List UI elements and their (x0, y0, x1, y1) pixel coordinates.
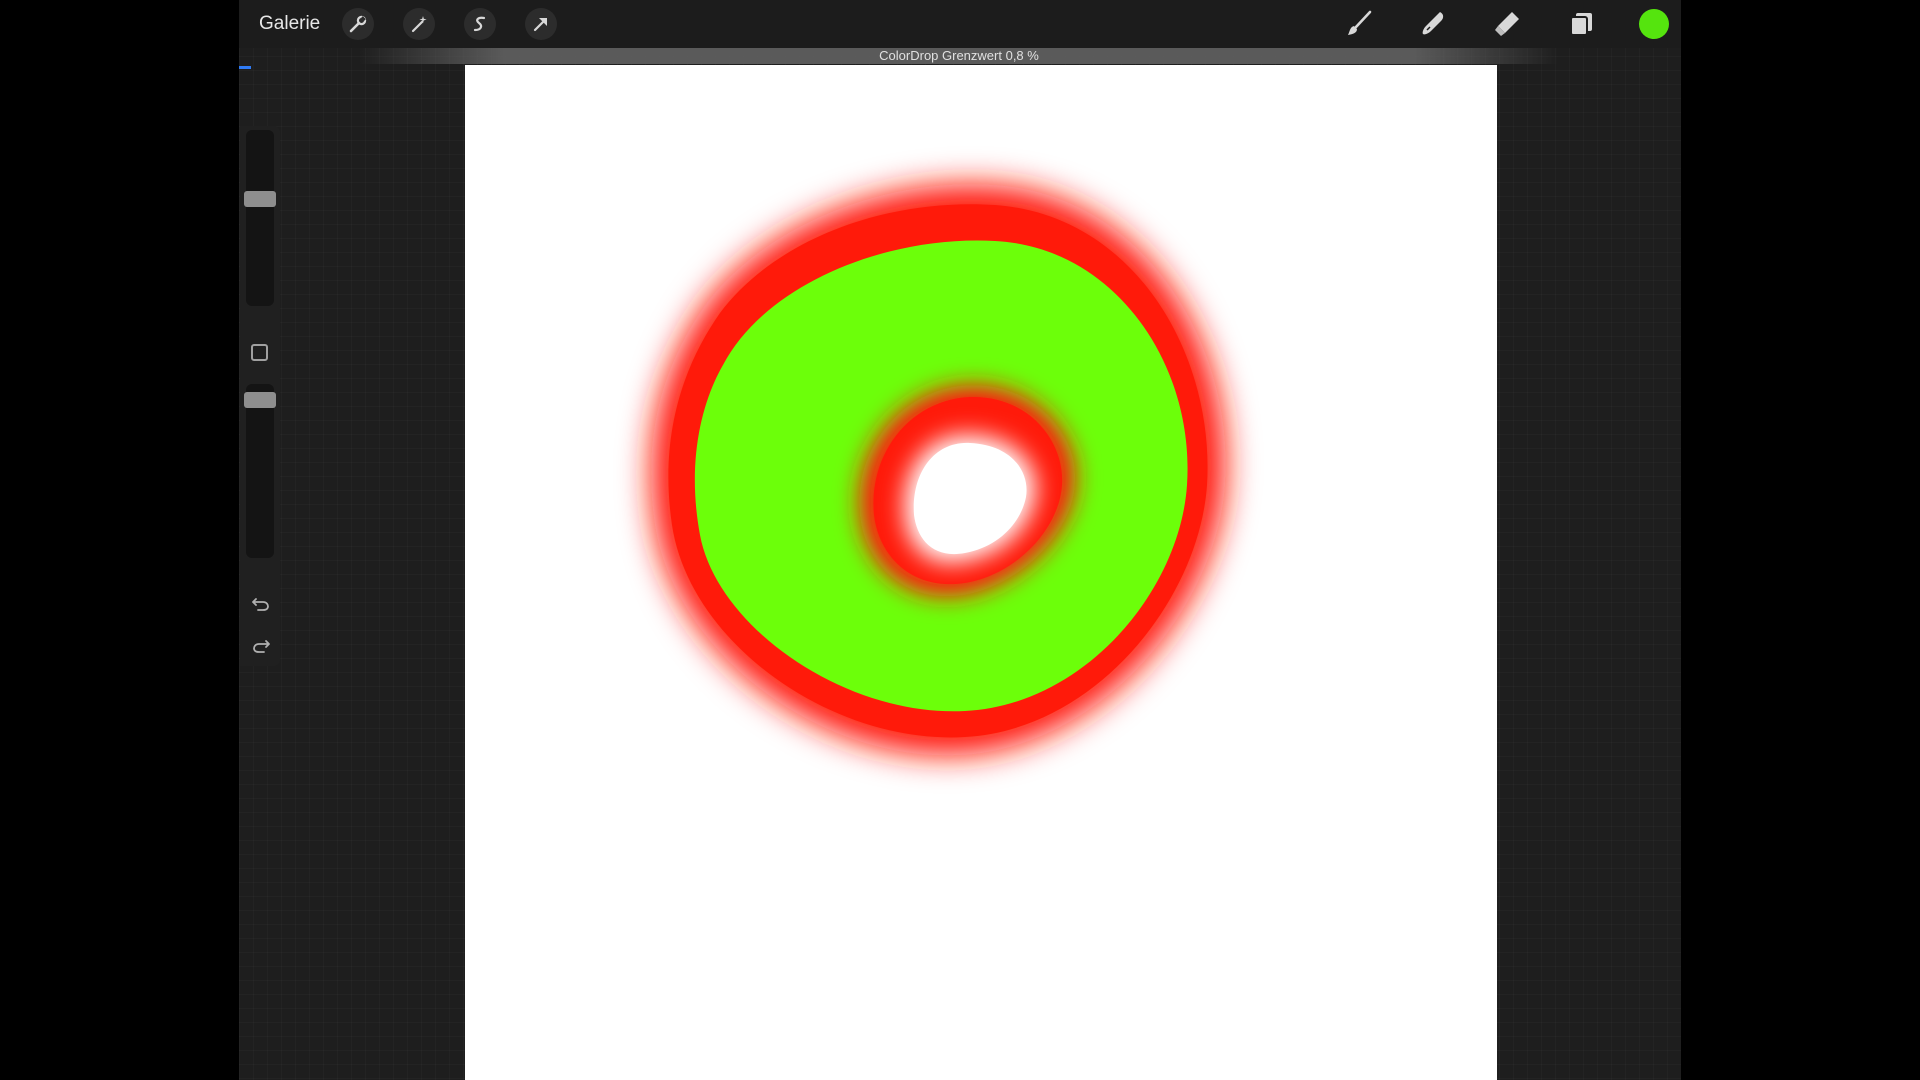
layers-icon (1566, 9, 1596, 39)
actions-button[interactable] (342, 8, 374, 40)
selection-button[interactable] (464, 8, 496, 40)
adjustments-button[interactable] (403, 8, 435, 40)
brush-size-slider-thumb[interactable] (244, 190, 276, 207)
left-sidebar (240, 126, 280, 666)
magic-wand-icon (409, 14, 429, 34)
redo-icon (250, 640, 272, 660)
erase-button[interactable] (1491, 8, 1523, 40)
progress-indicator (239, 66, 251, 69)
top-toolbar: Galerie (239, 0, 1681, 48)
wrench-icon (348, 14, 368, 34)
gallery-button[interactable]: Galerie (259, 12, 320, 36)
selection-icon (470, 14, 490, 34)
redo-button[interactable] (250, 634, 272, 656)
opacity-slider[interactable] (244, 384, 276, 558)
colordrop-threshold-notice: ColorDrop Grenzwert 0,8 % (359, 48, 1559, 64)
transform-arrow-icon (531, 14, 551, 34)
layers-button[interactable] (1565, 8, 1597, 40)
color-picker-button[interactable] (1639, 9, 1669, 39)
modify-button[interactable] (251, 344, 268, 361)
drawing-canvas[interactable] (465, 65, 1497, 1080)
eraser-icon (1492, 9, 1522, 39)
paint-button[interactable] (1343, 8, 1375, 40)
undo-button[interactable] (250, 592, 272, 614)
procreate-app: Galerie ColorDrop Grenzwert 0,8 % (239, 0, 1681, 1080)
opacity-slider-thumb[interactable] (244, 391, 276, 408)
canvas-artwork (651, 184, 1226, 756)
brush-icon (1344, 9, 1374, 39)
transform-button[interactable] (525, 8, 557, 40)
smudge-icon (1418, 9, 1448, 39)
undo-icon (250, 598, 272, 618)
brush-size-slider[interactable] (244, 130, 276, 306)
colordrop-threshold-text: ColorDrop Grenzwert 0,8 % (879, 48, 1039, 63)
smudge-button[interactable] (1417, 8, 1449, 40)
